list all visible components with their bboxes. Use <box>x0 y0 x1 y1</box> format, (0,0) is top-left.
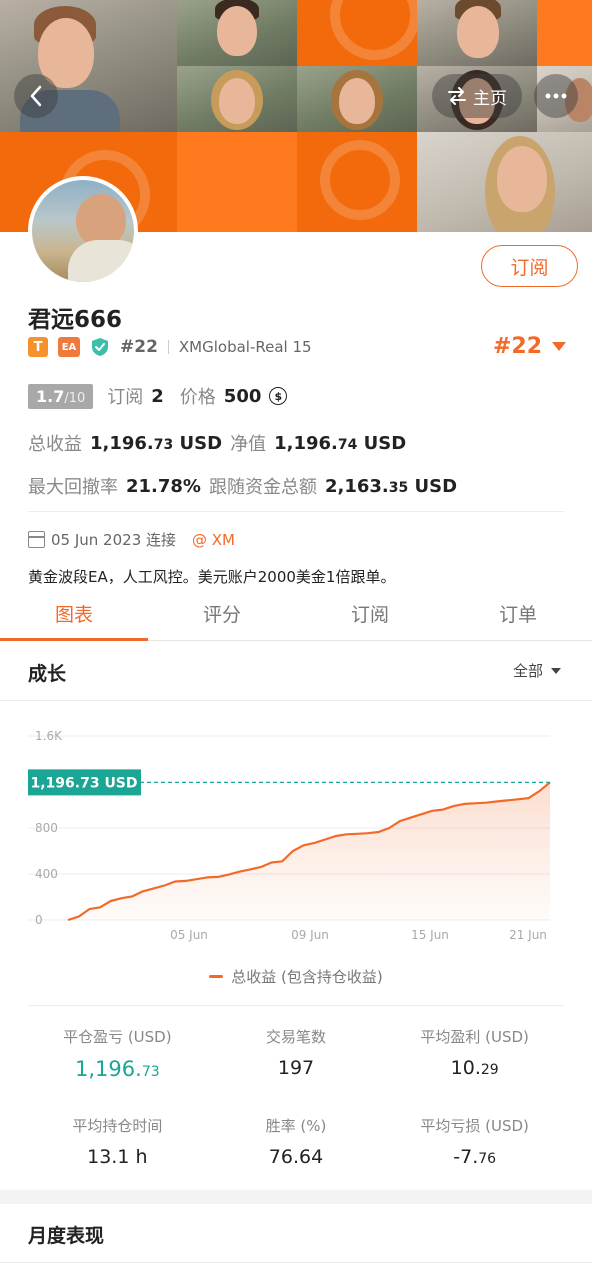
trader-badge: T <box>28 337 48 357</box>
ea-badge: EA <box>58 337 80 357</box>
total-profit-value: 1,196.73 USD <box>90 432 223 454</box>
rank-label: #22 <box>120 337 158 357</box>
metric-avg-profit: 平均盈利 (USD) 10.29 <box>420 1028 529 1079</box>
divider <box>0 700 592 701</box>
equity-value: 1,196.74 USD <box>274 432 407 454</box>
price-label: 价格 <box>179 387 216 408</box>
swap-icon <box>448 87 466 105</box>
caret-down-icon <box>552 342 567 351</box>
score-row: 1.7/10 订阅 2 价格 500 $ <box>28 383 288 409</box>
metric-avg-loss: 平均亏损 (USD) -7.76 <box>420 1117 529 1168</box>
badge-row: T EA #22 XMGlobal-Real 15 <box>28 336 312 358</box>
score-badge: 1.7/10 <box>28 383 94 409</box>
verified-shield-icon <box>92 338 108 356</box>
growth-title: 成长 <box>28 663 67 685</box>
metric-avg-hold-time: 平均持仓时间 13.1 h <box>72 1117 163 1168</box>
x-tick-label: 05 Jun <box>170 928 208 942</box>
legend-swatch <box>209 975 224 978</box>
divider <box>0 1262 592 1263</box>
avatar[interactable] <box>28 176 138 286</box>
range-filter[interactable]: 全部 <box>513 660 562 681</box>
y-tick-label: 0 <box>35 913 43 927</box>
calendar-icon <box>28 531 45 548</box>
total-profit-label: 总收益 <box>28 434 82 455</box>
subscribe-button[interactable]: 订阅 <box>481 245 578 287</box>
caret-down-icon <box>551 667 562 674</box>
banner-photo <box>417 132 592 232</box>
back-button[interactable] <box>14 74 58 118</box>
drawdown-row: 最大回撤率 21.78% 跟随资金总额 2,163.35 USD <box>28 473 465 499</box>
subs-label: 订阅 <box>107 387 144 408</box>
rank-big-label: #22 <box>493 334 543 359</box>
x-tick-label: 09 Jun <box>291 928 329 942</box>
server-name: XMGlobal-Real 15 <box>178 338 312 356</box>
monthly-title: 月度表现 <box>28 1225 105 1247</box>
joined-date: 05 Jun 2023 连接 <box>51 531 177 549</box>
metric-trade-count: 交易笔数 197 <box>265 1028 326 1079</box>
drawdown-value: 21.78% <box>126 475 201 497</box>
tab-subscription[interactable]: 订阅 <box>296 586 444 640</box>
y-tick-label: 400 <box>35 867 58 881</box>
more-button[interactable] <box>534 74 578 118</box>
legend-label: 总收益 (包含持仓收益) <box>231 968 383 986</box>
current-value-label: 1,196.73 USD <box>30 775 137 791</box>
growth-chart: 0 400 800 1.6K 05 Jun 09 Jun 15 Jun 21 Jun 1,196… <box>28 729 551 942</box>
banner-photo <box>297 66 417 132</box>
more-icon <box>545 93 567 99</box>
banner-photo <box>177 66 297 132</box>
home-label: 主页 <box>473 88 507 109</box>
divider <box>28 1005 564 1006</box>
divider <box>28 511 564 512</box>
strategy-description: 黄金波段EA，人工风控。美元账户2000美金1倍跟单。 <box>28 568 396 586</box>
metric-win-rate: 胜率 (%) 76.64 <box>265 1117 327 1168</box>
x-tick-label: 21 Jun <box>509 928 547 942</box>
profit-row: 总收益 1,196.73 USD 净值 1,196.74 USD <box>28 430 414 456</box>
price-value: 500 <box>223 385 262 407</box>
drawdown-label: 最大回撤率 <box>28 477 118 498</box>
coin-icon: $ <box>269 387 288 405</box>
subs-value: 2 <box>151 385 164 407</box>
broker-link[interactable]: @ XM <box>192 531 235 549</box>
rank-dropdown[interactable]: #22 <box>493 334 567 359</box>
section-separator <box>0 1190 592 1204</box>
joined-row: 05 Jun 2023 连接 @ XM <box>28 529 235 550</box>
home-switch-button[interactable]: 主页 <box>432 74 522 118</box>
chevron-left-icon <box>30 85 42 107</box>
tab-orders[interactable]: 订单 <box>444 586 592 640</box>
chart-legend: 总收益 (包含持仓收益) <box>0 966 592 987</box>
trader-name: 君远666 <box>28 307 123 333</box>
follow-label: 跟随资金总额 <box>208 477 317 498</box>
banner-photo <box>177 0 297 66</box>
banner-photo <box>417 0 537 66</box>
equity-label: 净值 <box>230 434 267 455</box>
y-tick-label: 800 <box>35 821 58 835</box>
follow-value: 2,163.35 USD <box>324 475 458 497</box>
divider <box>167 340 169 354</box>
tab-chart[interactable]: 图表 <box>0 586 148 641</box>
tab-bar: 图表 评分 订阅 订单 <box>0 586 592 641</box>
range-filter-label: 全部 <box>513 662 544 680</box>
metrics-grid: 平仓盈亏 (USD) 1,196.73 交易笔数 197 平均盈利 (USD) … <box>28 1026 564 1168</box>
y-tick-label: 1.6K <box>35 729 63 743</box>
tab-rating[interactable]: 评分 <box>148 586 296 640</box>
metric-closed-pnl: 平仓盈亏 (USD) 1,196.73 <box>63 1028 172 1081</box>
x-tick-label: 15 Jun <box>411 928 449 942</box>
